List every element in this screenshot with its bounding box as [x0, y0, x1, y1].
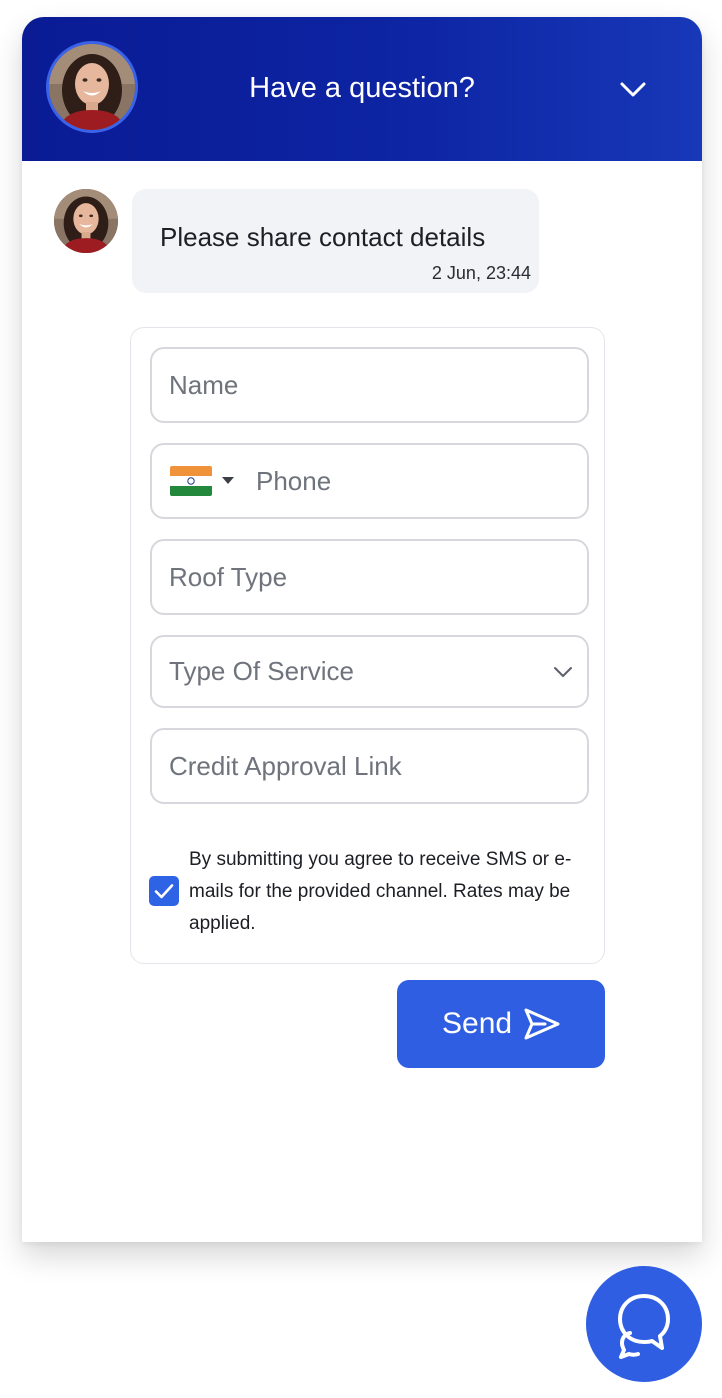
- service-type-placeholder: Type Of Service: [169, 656, 354, 686]
- send-button-label: Send: [442, 1007, 513, 1040]
- chevron-down-icon: [554, 667, 572, 677]
- message-avatar: [54, 189, 118, 253]
- chat-header: Have a question?: [22, 17, 702, 161]
- credit-approval-link-field[interactable]: Credit Approval Link: [150, 728, 589, 804]
- roof-type-placeholder: Roof Type: [169, 562, 288, 592]
- chat-widget: Have a question? Please share contact de…: [22, 17, 702, 1242]
- message-timestamp: 2 Jun, 23:44: [431, 263, 531, 283]
- credit-approval-link-placeholder: Credit Approval Link: [169, 751, 402, 781]
- service-type-select[interactable]: Type Of Service: [150, 635, 589, 708]
- send-button[interactable]: Send: [397, 980, 605, 1068]
- roof-type-field[interactable]: Roof Type: [150, 539, 589, 615]
- contact-form: Name Phone Roof Type Type Of Service Cre…: [130, 327, 605, 964]
- agent-avatar-icon: [54, 189, 118, 253]
- chat-bubbles-icon: [618, 1294, 670, 1359]
- collapse-button[interactable]: [618, 77, 648, 101]
- country-dropdown-caret-icon[interactable]: [222, 477, 234, 484]
- india-flag-icon[interactable]: [170, 466, 212, 496]
- consent-checkbox[interactable]: [149, 876, 179, 906]
- consent-text: By submitting you agree to receive SMS o…: [189, 849, 572, 934]
- phone-field[interactable]: Phone: [150, 443, 589, 519]
- message-text: Please share contact details: [160, 222, 486, 252]
- chat-launcher-button[interactable]: [586, 1266, 702, 1382]
- chevron-down-icon: [620, 82, 646, 97]
- phone-placeholder: Phone: [256, 466, 332, 496]
- checkmark-icon: [154, 884, 174, 899]
- name-field[interactable]: Name: [150, 347, 589, 423]
- message-bubble: Please share contact details 2 Jun, 23:4…: [132, 189, 539, 293]
- paper-plane-icon: [524, 1008, 560, 1040]
- name-placeholder: Name: [169, 370, 239, 400]
- chat-title: Have a question?: [249, 72, 475, 104]
